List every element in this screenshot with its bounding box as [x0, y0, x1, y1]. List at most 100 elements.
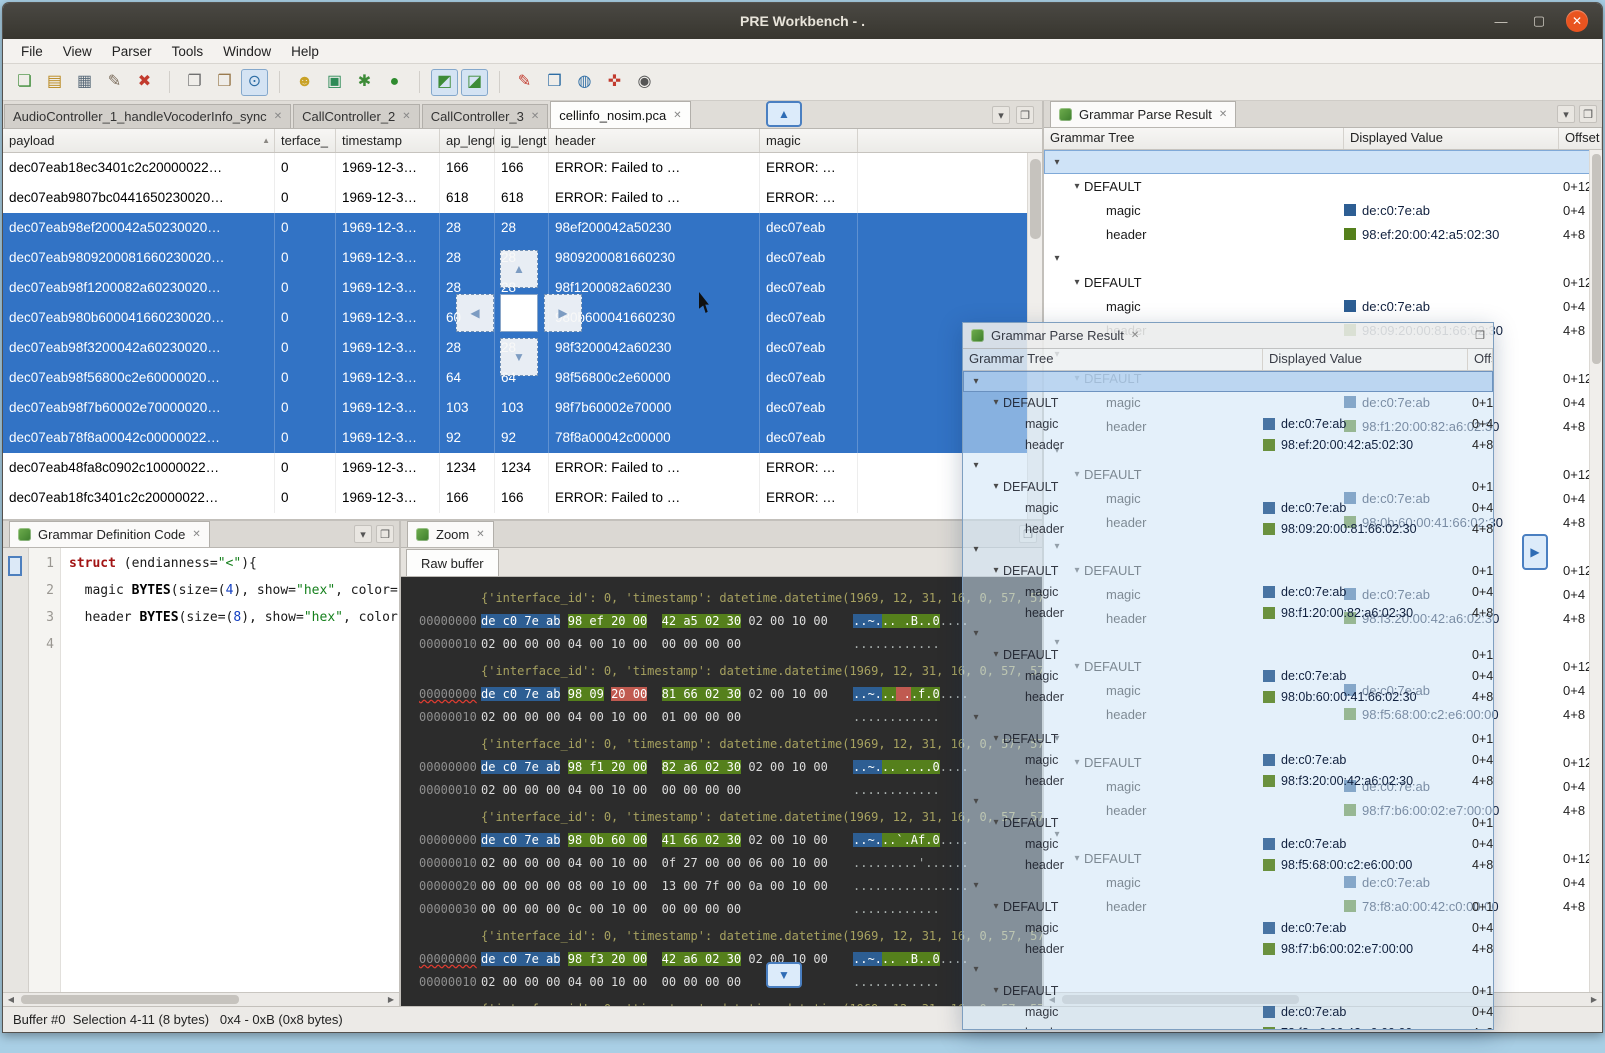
- toggle-parse-result-panel-button[interactable]: ◪: [461, 69, 488, 96]
- close-icon[interactable]: ✕: [476, 529, 484, 540]
- tree-row[interactable]: header98:09:20:00:81:66:02:304+8: [963, 518, 1493, 539]
- tree-row[interactable]: magicde:c0:7e:ab0+4: [963, 581, 1493, 602]
- tree-row[interactable]: ▾DEFAULT0+12: [963, 476, 1493, 497]
- data-inspector-button[interactable]: ⊙: [241, 69, 268, 96]
- highlight-pen-button[interactable]: ✎: [511, 69, 538, 96]
- open-file-button[interactable]: ▤: [41, 69, 68, 96]
- close-icon[interactable]: ✕: [1131, 330, 1139, 341]
- tree-row[interactable]: ▾: [963, 707, 1493, 728]
- save-button[interactable]: ▦: [71, 69, 98, 96]
- tree-row[interactable]: header98:f5:68:00:c2:e6:00:004+8: [963, 854, 1493, 875]
- search-button[interactable]: ◉: [631, 69, 658, 96]
- expander-icon[interactable]: ▾: [969, 964, 983, 975]
- close-file-button[interactable]: ✖: [131, 69, 158, 96]
- tree-row[interactable]: ▾DEFAULT0+12: [1044, 174, 1602, 198]
- scrollbar-thumb[interactable]: [1030, 159, 1041, 239]
- scroll-right-arrow[interactable]: ▶: [383, 995, 399, 1004]
- dock-drop-left[interactable]: ◀: [456, 294, 494, 332]
- scrollbar-thumb[interactable]: [1592, 154, 1601, 364]
- dock-edge-right[interactable]: ▶: [1522, 534, 1548, 570]
- expander-icon[interactable]: ▾: [1050, 253, 1064, 264]
- code-editor[interactable]: 1234 struct (endianness="<"){ magic BYTE…: [3, 548, 399, 992]
- column-grammar-tree[interactable]: Grammar Tree: [963, 349, 1263, 370]
- code-text[interactable]: struct (endianness="<"){ magic BYTES(siz…: [61, 548, 399, 992]
- toggle-grammar-panel-button[interactable]: ◩: [431, 69, 458, 96]
- column-header-timestamp[interactable]: timestamp: [336, 129, 440, 152]
- tree-row[interactable]: header98:ef:20:00:42:a5:02:304+8: [963, 434, 1493, 455]
- code-hscrollbar[interactable]: ◀ ▶: [3, 992, 399, 1006]
- tab-float-button[interactable]: ❐: [1016, 106, 1034, 124]
- menu-file[interactable]: File: [11, 41, 53, 62]
- tree-row[interactable]: ▾DEFAULT0+12: [963, 728, 1493, 749]
- close-icon[interactable]: ✕: [1219, 109, 1227, 120]
- expander-icon[interactable]: ▾: [969, 712, 983, 723]
- user-profile-button[interactable]: ☻: [291, 69, 318, 96]
- tree-row[interactable]: magicde:c0:7e:ab0+4: [1044, 294, 1602, 318]
- tree-row[interactable]: ▾: [963, 875, 1493, 896]
- scroll-right-arrow[interactable]: ▶: [1586, 995, 1602, 1004]
- menu-view[interactable]: View: [53, 41, 102, 62]
- tree-row[interactable]: ▾: [963, 455, 1493, 476]
- menu-parser[interactable]: Parser: [102, 41, 162, 62]
- panel-float-button[interactable]: ❐: [1579, 105, 1597, 123]
- floating-parse-result-window[interactable]: Grammar Parse Result ✕ ❐ Grammar Tree Di…: [962, 322, 1494, 1030]
- tree-row[interactable]: ▾: [963, 623, 1493, 644]
- minimize-button[interactable]: —: [1490, 10, 1512, 32]
- title-bar[interactable]: PRE Workbench - . — ▢ ✕: [3, 3, 1602, 39]
- tree-row[interactable]: ▾DEFAULT0+12: [963, 392, 1493, 413]
- menu-window[interactable]: Window: [213, 41, 281, 62]
- new-window-button[interactable]: ❒: [541, 69, 568, 96]
- column-header-payload[interactable]: payload▲: [3, 129, 275, 152]
- hex-line[interactable]: 0000001002 00 00 00 04 00 10 00 01 00 00…: [401, 706, 1042, 729]
- hex-line[interactable]: 0000001002 00 00 00 04 00 10 00 0f 27 00…: [401, 852, 1042, 875]
- table-row[interactable]: dec07eab9807bc0441650230020…01969-12-3…6…: [3, 183, 1042, 213]
- floating-window-float-button[interactable]: ❐: [1475, 329, 1485, 342]
- tree-row[interactable]: ▾DEFAULT0+12: [1044, 270, 1602, 294]
- hex-line[interactable]: 0000002000 00 00 00 08 00 10 00 13 00 7f…: [401, 875, 1042, 898]
- tree-row[interactable]: ▾: [963, 371, 1493, 392]
- hex-line[interactable]: 00000000de c0 7e ab 98 f1 20 00 82 a6 02…: [401, 756, 1042, 779]
- document-tab[interactable]: CallController_3✕: [422, 104, 549, 128]
- tree-row[interactable]: ▾: [963, 539, 1493, 560]
- tree-row[interactable]: ▾DEFAULT0+12: [963, 560, 1493, 581]
- table-row[interactable]: dec07eab18ec3401c2c20000022…01969-12-3…1…: [3, 153, 1042, 183]
- dock-drop-down[interactable]: ▼: [500, 338, 538, 376]
- export-button[interactable]: ✎: [101, 69, 128, 96]
- tab-raw-buffer[interactable]: Raw buffer: [406, 549, 499, 576]
- expander-icon[interactable]: ▾: [969, 628, 983, 639]
- tree-row[interactable]: magicde:c0:7e:ab0+4: [963, 749, 1493, 770]
- tree-row[interactable]: header78:f8:a0:00:42:c0:00:004+8: [963, 1022, 1493, 1029]
- floating-window-titlebar[interactable]: Grammar Parse Result ✕ ❐: [963, 323, 1493, 349]
- tree-row[interactable]: header98:ef:20:00:42:a5:02:304+8: [1044, 222, 1602, 246]
- column-offset[interactable]: Offset: [1468, 349, 1493, 370]
- expander-icon[interactable]: ▾: [989, 817, 1003, 828]
- panel-float-button[interactable]: ❐: [376, 525, 394, 543]
- expander-icon[interactable]: ▾: [989, 985, 1003, 996]
- tree-row[interactable]: ▾DEFAULT0+12: [963, 980, 1493, 1001]
- table-row[interactable]: dec07eab98ef200042a50230020…01969-12-3…2…: [3, 213, 1042, 243]
- tab-close-icon[interactable]: ✕: [531, 111, 539, 122]
- table-row[interactable]: dec07eab18fc3401c2c20000022…01969-12-3…1…: [3, 483, 1042, 513]
- document-tab[interactable]: AudioController_1_handleVocoderInfo_sync…: [4, 104, 291, 128]
- tree-row[interactable]: magicde:c0:7e:ab0+4: [963, 665, 1493, 686]
- hex-view[interactable]: {'interface_id': 0, 'timestamp': datetim…: [401, 577, 1042, 1006]
- expander-icon[interactable]: ▾: [989, 733, 1003, 744]
- expander-icon[interactable]: ▾: [969, 376, 983, 387]
- hex-line[interactable]: 00000000de c0 7e ab 98 0b 60 00 41 66 02…: [401, 829, 1042, 852]
- tree-row[interactable]: ▾: [963, 959, 1493, 980]
- tree-row[interactable]: ▾DEFAULT0+12: [963, 812, 1493, 833]
- column-grammar-tree[interactable]: Grammar Tree: [1044, 128, 1344, 149]
- expander-icon[interactable]: ▾: [989, 565, 1003, 576]
- expander-icon[interactable]: ▾: [989, 481, 1003, 492]
- tab-list-menu-button[interactable]: ▾: [992, 106, 1010, 124]
- tree-row[interactable]: magicde:c0:7e:ab0+4: [963, 917, 1493, 938]
- scrollbar-thumb[interactable]: [21, 995, 239, 1004]
- hex-line[interactable]: 0000001002 00 00 00 04 00 10 00 00 00 00…: [401, 971, 1042, 994]
- expander-icon[interactable]: ▾: [989, 901, 1003, 912]
- tab-close-icon[interactable]: ✕: [673, 110, 681, 121]
- close-icon[interactable]: ✕: [192, 529, 200, 540]
- expander-icon[interactable]: ▾: [989, 397, 1003, 408]
- column-header-ig_lengt[interactable]: ig_lengt: [495, 129, 549, 152]
- tree-row[interactable]: magicde:c0:7e:ab0+4: [1044, 198, 1602, 222]
- document-tab[interactable]: cellinfo_nosim.pca✕: [550, 101, 690, 128]
